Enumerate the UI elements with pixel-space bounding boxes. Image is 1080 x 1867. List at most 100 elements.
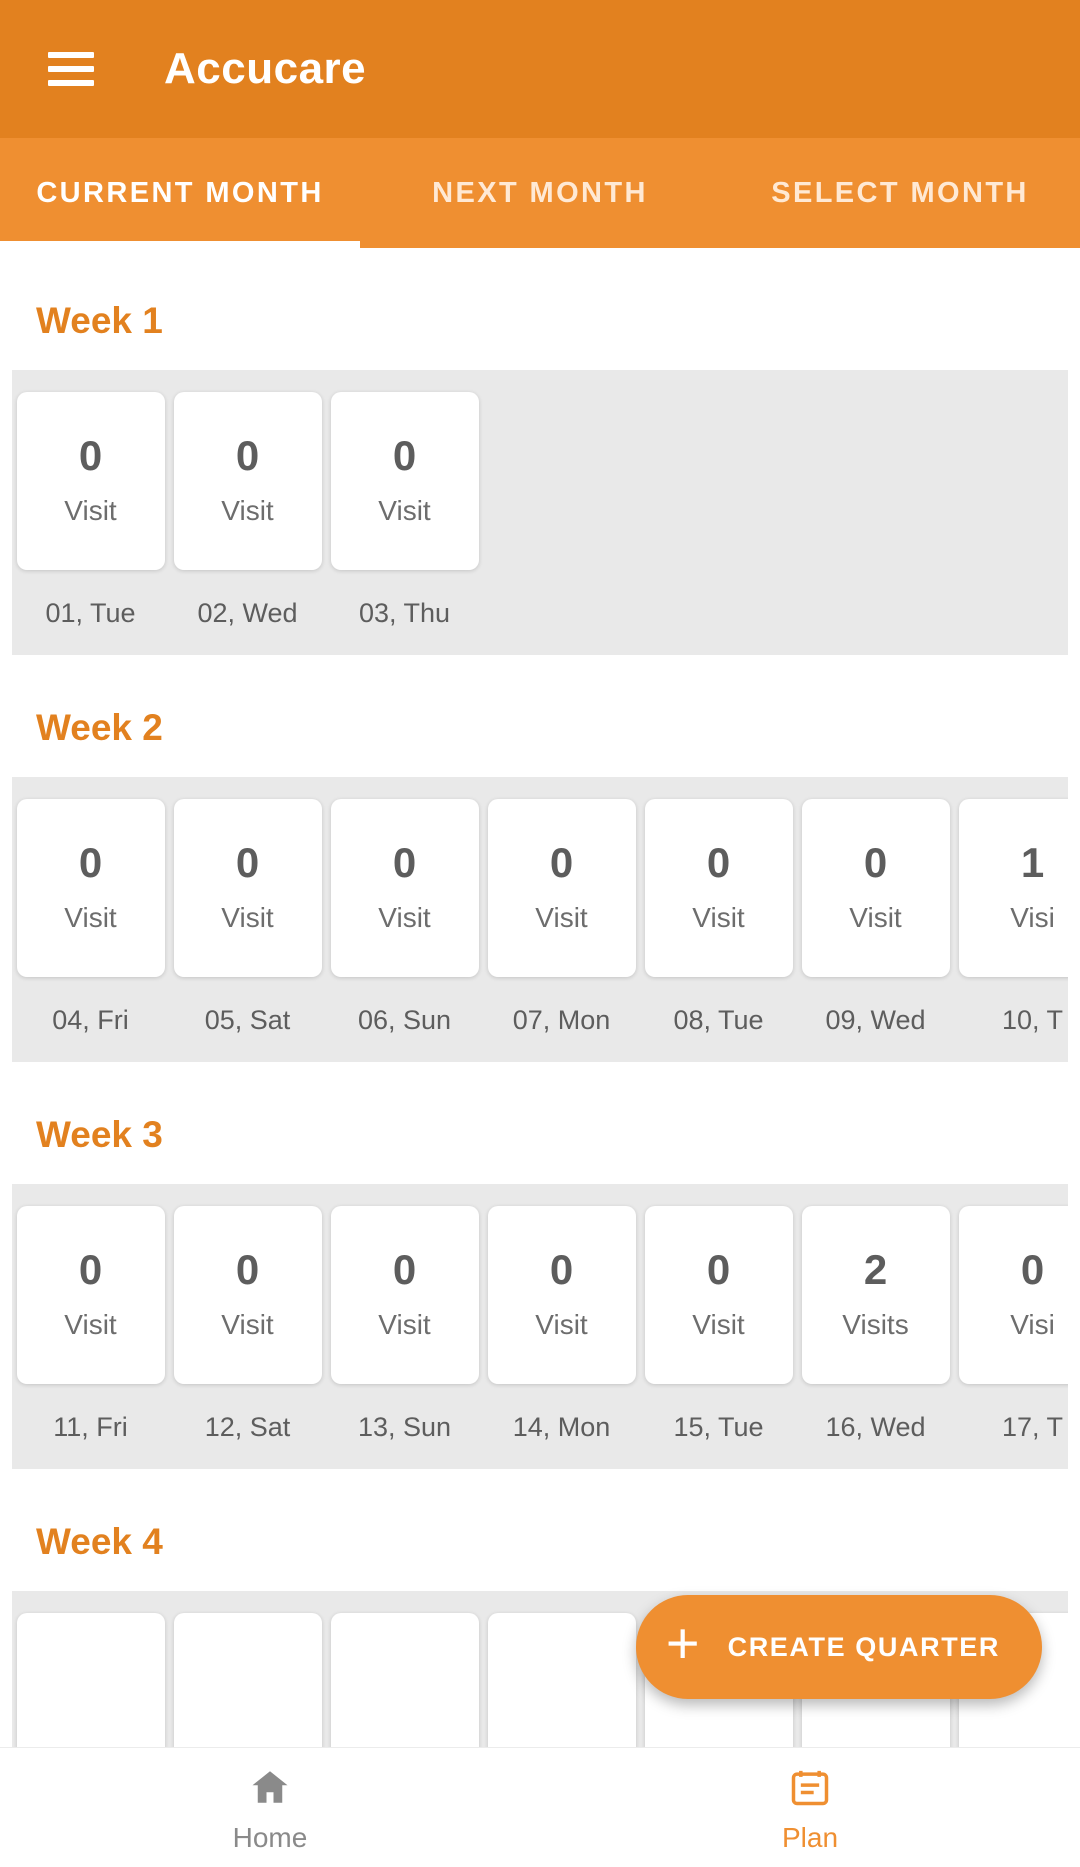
visit-count: 0	[706, 1246, 731, 1293]
week-strip[interactable]: 0 Visit 04, Fri 0 Visit 05, Sat 0 Visit …	[12, 777, 1068, 1062]
day-column[interactable]: 0 Visit 12, Sat	[169, 1206, 326, 1443]
day-column[interactable]: 0 Visit 04, Fri	[12, 799, 169, 1036]
day-card[interactable]: 0 Visit	[330, 392, 479, 570]
day-column[interactable]: 0 Visit 01, Tue	[12, 392, 169, 629]
day-card[interactable]: 0 Visit	[16, 1206, 165, 1384]
visit-label: Visit	[378, 1309, 431, 1340]
day-card[interactable]	[487, 1613, 636, 1747]
week-strip[interactable]: 0 Visit 11, Fri 0 Visit 12, Sat 0 Visit …	[12, 1184, 1068, 1469]
day-card[interactable]: 0 Visi	[958, 1206, 1068, 1384]
tab-bar: CURRENT MONTH NEXT MONTH SELECT MONTH	[0, 138, 1080, 248]
day-date: 10, T	[1001, 1005, 1064, 1035]
home-icon	[247, 1762, 293, 1812]
tab-current-month[interactable]: CURRENT MONTH	[0, 138, 360, 248]
visit-label: Visits	[842, 1309, 909, 1340]
app-bar: Accucare	[0, 0, 1080, 138]
day-column[interactable]: 0 Visit 06, Sun	[326, 799, 483, 1036]
day-card[interactable]: 0 Visit	[644, 1206, 793, 1384]
day-column[interactable]: 0 Visit 11, Fri	[12, 1206, 169, 1443]
visit-count: 0	[78, 432, 103, 479]
day-card[interactable]: 0 Visit	[801, 799, 950, 977]
day-card[interactable]: 2 Visits	[801, 1206, 950, 1384]
week-heading: Week 2	[36, 707, 163, 748]
week-heading: Week 4	[36, 1521, 163, 1562]
visit-count: 0	[549, 1246, 574, 1293]
week-list[interactable]: Week 1 0 Visit 01, Tue 0 Visit 02, Wed 0	[0, 248, 1080, 1747]
visit-label: Visit	[221, 495, 274, 526]
day-column[interactable]: 0 Visit 07, Mon	[483, 799, 640, 1036]
week-heading: Week 1	[36, 300, 163, 341]
day-card[interactable]	[173, 1613, 322, 1747]
visit-count: 0	[392, 432, 417, 479]
tab-select-month[interactable]: SELECT MONTH	[720, 138, 1080, 248]
day-column[interactable]: 2 Visits 16, Wed	[797, 1206, 954, 1443]
hamburger-menu-icon[interactable]	[48, 52, 94, 86]
day-card[interactable]: 0 Visit	[487, 799, 636, 977]
day-card[interactable]: 0 Visit	[16, 799, 165, 977]
visit-label: Visit	[221, 902, 274, 933]
visit-count: 1	[1020, 839, 1045, 886]
day-card[interactable]	[330, 1613, 479, 1747]
day-date: 07, Mon	[512, 1005, 611, 1035]
day-column[interactable]: 0 Visi 17, T	[954, 1206, 1068, 1443]
day-column[interactable]: 0 Visit 14, Mon	[483, 1206, 640, 1443]
visit-count: 0	[235, 1246, 260, 1293]
day-column[interactable]: 0 Visit 08, Tue	[640, 799, 797, 1036]
page-title: Accucare	[164, 44, 367, 93]
calendar-icon	[788, 1762, 832, 1812]
visit-count: 0	[549, 839, 574, 886]
visit-label: Visit	[64, 495, 117, 526]
day-date: 11, Fri	[53, 1412, 128, 1442]
day-date: 17, T	[1001, 1412, 1064, 1442]
day-date: 15, Tue	[673, 1412, 764, 1442]
day-column[interactable]	[483, 1613, 640, 1747]
visit-label: Visi	[1010, 902, 1055, 933]
visit-label: Visit	[535, 1309, 588, 1340]
day-column[interactable]	[169, 1613, 326, 1747]
visit-label: Visit	[64, 902, 117, 933]
visit-label: Visit	[378, 495, 431, 526]
day-date: 16, Wed	[825, 1412, 926, 1442]
day-date: 05, Sat	[204, 1005, 291, 1035]
day-card[interactable]	[16, 1613, 165, 1747]
day-column[interactable]: 0 Visit 02, Wed	[169, 392, 326, 629]
day-column[interactable]: 0 Visit 13, Sun	[326, 1206, 483, 1443]
nav-label-home: Home	[232, 1821, 308, 1853]
visit-label: Visit	[849, 902, 902, 933]
day-column[interactable]: 0 Visit 03, Thu	[326, 392, 483, 629]
day-card[interactable]: 1 Visi	[958, 799, 1068, 977]
day-card[interactable]: 0 Visit	[173, 392, 322, 570]
nav-label-plan: Plan	[781, 1821, 839, 1853]
day-card[interactable]: 0 Visit	[330, 1206, 479, 1384]
day-date: 09, Wed	[825, 1005, 926, 1035]
day-column[interactable]: 0 Visit 15, Tue	[640, 1206, 797, 1443]
day-date: 04, Fri	[52, 1005, 129, 1035]
day-card[interactable]: 0 Visit	[487, 1206, 636, 1384]
visit-label: Visit	[64, 1309, 117, 1340]
week-strip[interactable]: 0 Visit 01, Tue 0 Visit 02, Wed 0 Visit …	[12, 370, 1068, 655]
day-column[interactable]: 1 Visi 10, T	[954, 799, 1068, 1036]
week-heading: Week 3	[36, 1114, 163, 1155]
day-card[interactable]: 0 Visit	[644, 799, 793, 977]
day-card[interactable]: 0 Visit	[173, 1206, 322, 1384]
day-column[interactable]	[12, 1613, 169, 1747]
visit-label: Visit	[692, 902, 745, 933]
day-column[interactable]	[326, 1613, 483, 1747]
day-card[interactable]: 0 Visit	[330, 799, 479, 977]
tab-next-month[interactable]: NEXT MONTH	[360, 138, 720, 248]
create-quarter-button[interactable]: + CREATE QUARTER	[635, 1595, 1042, 1699]
day-card[interactable]: 0 Visit	[173, 799, 322, 977]
nav-item-home[interactable]: Home	[0, 1748, 540, 1867]
visit-count: 0	[392, 1246, 417, 1293]
day-date: 01, Tue	[45, 598, 136, 628]
nav-item-plan[interactable]: Plan	[540, 1748, 1080, 1867]
day-date: 14, Mon	[512, 1412, 611, 1442]
visit-label: Visi	[1010, 1309, 1055, 1340]
bottom-navigation: Home Plan	[0, 1747, 1080, 1867]
day-card[interactable]: 0 Visit	[16, 392, 165, 570]
visit-count: 0	[235, 839, 260, 886]
day-column[interactable]: 0 Visit 09, Wed	[797, 799, 954, 1036]
day-date: 12, Sat	[204, 1412, 291, 1442]
app-screen: Accucare CURRENT MONTH NEXT MONTH SELECT…	[0, 0, 1080, 1867]
day-column[interactable]: 0 Visit 05, Sat	[169, 799, 326, 1036]
